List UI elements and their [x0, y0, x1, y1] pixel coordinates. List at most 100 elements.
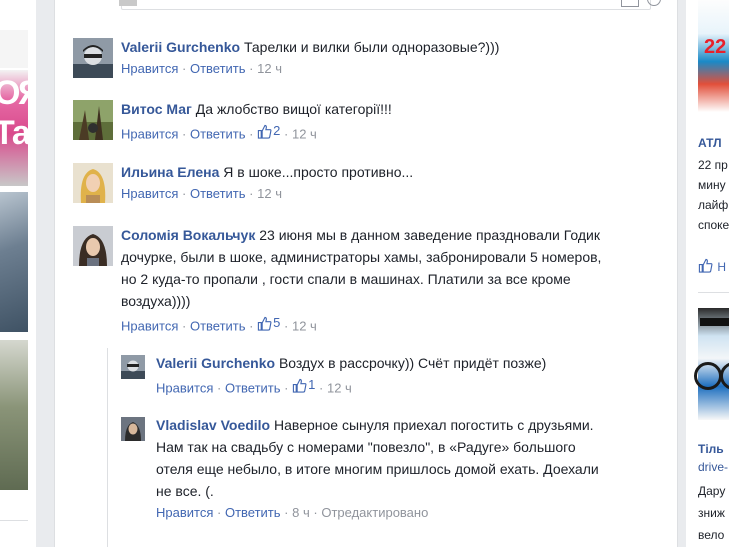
reply-actions: Нравится · Ответить · 1 · 12 ч [156, 376, 352, 396]
like-button[interactable]: Нравится [156, 505, 213, 520]
avatar[interactable] [121, 355, 145, 379]
ad-image[interactable]: 22 [698, 0, 729, 112]
comment-text: Ильина Елена Я в шоке...просто противно.… [121, 161, 413, 183]
comment-timestamp[interactable]: 12 ч [257, 186, 282, 201]
thumbs-up-icon [292, 378, 307, 393]
avatar-image [121, 355, 145, 379]
ad-text-line: споке [698, 218, 729, 232]
thumbs-up-icon [257, 316, 272, 331]
left-thumbnail[interactable] [0, 30, 28, 68]
avatar[interactable] [73, 226, 113, 266]
ad-text-line: лайф [698, 198, 729, 212]
reply-timestamp[interactable]: 8 ч [292, 505, 310, 520]
reply-message-line: не все. (. [156, 483, 214, 499]
avatar-image [73, 226, 113, 266]
reply-actions: Нравится · Ответить · 8 ч · Отредактиров… [156, 505, 429, 520]
avatar[interactable] [121, 417, 145, 441]
ad-text-line: мину [698, 178, 726, 192]
left-thumbnail[interactable]: ОЯ Та [0, 70, 28, 186]
comment-author[interactable]: Соломія Вокальчук [121, 227, 255, 243]
comment-author[interactable]: Витос Маг [121, 101, 192, 117]
thumbnail-text: Та [0, 114, 28, 152]
avatar [119, 0, 137, 6]
like-button[interactable]: Нравится [121, 61, 178, 76]
reply-message-line: отеля еще небыло, в итоге многим пришлос… [156, 461, 599, 477]
comment-actions: Нравится · Ответить · 12 ч [121, 61, 282, 76]
like-button[interactable]: Нравится [121, 319, 178, 334]
comment-actions: Нравится · Ответить · 2 · 12 ч [121, 122, 317, 142]
comment-timestamp[interactable]: 12 ч [292, 127, 317, 142]
ad-title[interactable]: АТЛ [698, 136, 722, 150]
ad-image[interactable] [694, 308, 729, 420]
comment-message: Да жлобство вищої категорії!!! [195, 101, 392, 117]
comment-timestamp[interactable]: 12 ч [292, 319, 317, 334]
avatar-image [121, 417, 145, 441]
like-button[interactable]: Нравится [156, 381, 213, 396]
ad-text-line: вело [698, 528, 725, 542]
like-count-value: 2 [273, 123, 281, 138]
reply-message: Наверное сынуля приехал погостить с друз… [274, 417, 594, 433]
comment-message-line: но 2 куда-то пропали , гости спали в маш… [121, 271, 571, 287]
reply-text: Valerii Gurchenko Воздух в рассрочку)) С… [156, 352, 546, 374]
comment-text: Соломія Вокальчук 23 июня мы в данном за… [121, 224, 601, 246]
comment-message: Я в шоке...просто противно... [223, 164, 414, 180]
comment-author[interactable]: Ильина Елена [121, 164, 219, 180]
avatar-image [73, 38, 113, 78]
thumbnail-text: ОЯ [0, 74, 28, 112]
comment-actions: Нравится · Ответить · 12 ч [121, 186, 282, 201]
avatar-image [73, 163, 113, 203]
comment-actions: Нравится · Ответить · 5 · 12 ч [121, 314, 317, 334]
right-ads-column: 22 АТЛ 22 пр мину лайф споке Н Тіль driv… [686, 0, 729, 547]
avatar-image [73, 100, 113, 140]
ad-text-line: зниж [698, 506, 725, 520]
avatar[interactable] [73, 100, 113, 140]
edited-label[interactable]: Отредактировано [321, 505, 428, 520]
camera-icon[interactable] [621, 0, 639, 7]
reply-button[interactable]: Ответить [190, 127, 246, 142]
ad-text-line: 22 пр [698, 158, 728, 172]
like-count[interactable]: 1 [292, 376, 315, 394]
like-button[interactable]: Нравится [121, 127, 178, 142]
avatar[interactable] [73, 38, 113, 78]
reply-button[interactable]: Ответить [190, 61, 246, 76]
comment-message-line: дочурке, были в шоке, администраторы хам… [121, 249, 602, 265]
reply-button[interactable]: Ответить [190, 186, 246, 201]
comments-panel: Valerii Gurchenko Тарелки и вилки были о… [54, 0, 678, 547]
reply-input[interactable] [121, 0, 651, 10]
bicycle-wheel-icon [720, 362, 729, 390]
reply-author[interactable]: Valerii Gurchenko [156, 355, 275, 371]
ad-link[interactable]: drive- [698, 460, 728, 474]
reply-message: Воздух в рассрочку)) Счёт придёт позже) [278, 355, 547, 371]
left-thumbnail[interactable] [0, 192, 28, 332]
reply-button[interactable]: Ответить [225, 381, 281, 396]
avatar[interactable] [73, 163, 113, 203]
like-count-value: 5 [273, 315, 281, 330]
thumbs-up-icon [257, 124, 272, 139]
ad-logo [700, 318, 729, 326]
left-thumbnail[interactable] [0, 520, 28, 547]
like-count[interactable]: 2 [257, 122, 280, 140]
like-button[interactable]: Нравится [121, 186, 178, 201]
comment-message: Тарелки и вилки были одноразовые?))) [243, 39, 500, 55]
ad-like-button[interactable]: Н [698, 258, 726, 274]
ad-title[interactable]: Тіль [698, 442, 724, 456]
comment-text: Витос Маг Да жлобство вищої категорії!!! [121, 98, 392, 120]
divider [698, 292, 729, 293]
comment-text: Valerii Gurchenko Тарелки и вилки были о… [121, 36, 499, 58]
like-count-value: 1 [308, 377, 316, 392]
ad-text-line: Дару [698, 484, 726, 498]
comment-message: 23 июня мы в данном заведение праздновал… [259, 227, 600, 243]
left-thumbnail[interactable] [0, 340, 28, 490]
comment-author[interactable]: Valerii Gurchenko [121, 39, 240, 55]
comment-timestamp[interactable]: 12 ч [257, 61, 282, 76]
ad-like-label: Н [717, 260, 727, 274]
reply-thread-line [107, 348, 108, 547]
like-count[interactable]: 5 [257, 314, 280, 332]
left-feed-column: ОЯ Та [0, 0, 36, 547]
thumbs-up-icon [698, 258, 713, 273]
comment-message-line: воздуха)))) [121, 293, 191, 309]
reply-author[interactable]: Vladislav Voedilo [156, 417, 270, 433]
reply-button[interactable]: Ответить [190, 319, 246, 334]
reply-timestamp[interactable]: 12 ч [327, 381, 352, 396]
reply-button[interactable]: Ответить [225, 505, 281, 520]
